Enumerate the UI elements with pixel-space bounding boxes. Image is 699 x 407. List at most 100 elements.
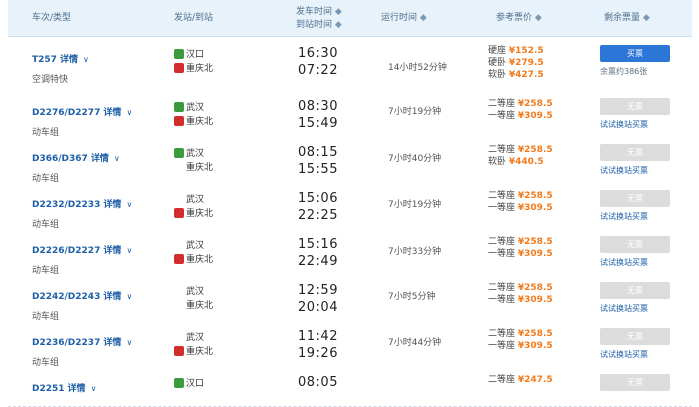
end-badge-icon [174, 207, 184, 218]
ticket-cell: 无票 试试换站买票 [600, 236, 672, 268]
train-code-link[interactable]: D2242/D2243 [32, 292, 100, 302]
details-link[interactable]: 详情 [103, 200, 121, 210]
chevron-down-icon[interactable]: ∨ [83, 55, 89, 64]
sort-arrow-icon[interactable]: ◆ [335, 20, 342, 30]
chevron-down-icon[interactable]: ∨ [91, 384, 97, 393]
details-link[interactable]: 详情 [103, 108, 121, 118]
table-header: 车次/类型 发站/到站 发车时间 ◆ 到站时间 ◆ 运行时间 ◆ 参考票价 ◆ … [8, 0, 692, 37]
train-results-table: 车次/类型 发站/到站 发车时间 ◆ 到站时间 ◆ 运行时间 ◆ 参考票价 ◆ … [0, 0, 699, 407]
arrive-time: 20:04 [298, 300, 338, 315]
buy-ticket-button[interactable]: 无票 [600, 236, 670, 253]
buy-ticket-button[interactable]: 无票 [600, 282, 670, 299]
train-code-link[interactable]: D366/D367 [32, 154, 88, 164]
details-link[interactable]: 详情 [103, 246, 121, 256]
buy-ticket-button[interactable]: 无票 [600, 190, 670, 207]
chevron-down-icon[interactable]: ∨ [126, 200, 132, 209]
price-line: 一等座 ¥309.5 [488, 110, 553, 122]
duration: 7小时5分钟 [388, 292, 436, 302]
depart-time: 15:06 [298, 191, 338, 206]
seat-price: ¥440.5 [508, 157, 544, 167]
end-badge-icon [174, 392, 184, 402]
arrival-station: 重庆北 [186, 347, 214, 357]
details-link[interactable]: 详情 [103, 292, 121, 302]
ticket-cell: 无票 试试换站买票 [600, 144, 672, 176]
chevron-down-icon[interactable]: ∨ [126, 108, 132, 117]
depart-time: 11:42 [298, 329, 338, 344]
seat-type: 二等座 [488, 191, 516, 201]
buy-ticket-button[interactable]: 无票 [600, 144, 670, 161]
train-cell: T257 详情 ∨ 空调特快 [32, 47, 89, 85]
duration: 7小时44分钟 [388, 338, 442, 348]
time-cell: 08:05 [298, 374, 338, 391]
ticket-cell: 无票 试试换站买票 [600, 190, 672, 222]
depart-time: 15:16 [298, 237, 338, 252]
details-link[interactable]: 详情 [91, 154, 109, 164]
details-link[interactable]: 详情 [68, 384, 86, 394]
end-badge-icon [174, 162, 184, 172]
price-line: 二等座 ¥247.5 [488, 374, 553, 386]
ticket-note-link[interactable]: 试试换站买票 [600, 165, 672, 176]
price-line: 二等座 ¥258.5 [488, 98, 553, 110]
seat-type: 二等座 [488, 145, 516, 155]
seat-type: 一等座 [488, 341, 516, 351]
chevron-down-icon[interactable]: ∨ [126, 338, 132, 347]
chevron-down-icon[interactable]: ∨ [114, 154, 120, 163]
ticket-note-link[interactable]: 试试换站买票 [600, 257, 672, 268]
buy-ticket-button[interactable]: 无票 [600, 374, 670, 391]
header-train: 车次/类型 [32, 13, 72, 23]
seat-price: ¥247.5 [517, 375, 553, 385]
train-code-link[interactable]: T257 [32, 55, 57, 65]
departure-station: 武汉 [186, 241, 205, 251]
details-link[interactable]: 详情 [103, 338, 121, 348]
arrival-station: 重庆北 [186, 163, 214, 173]
station-cell: 汉口 [174, 376, 204, 403]
seat-price: ¥258.5 [517, 99, 553, 109]
sort-arrow-icon[interactable]: ◆ [335, 7, 342, 17]
time-cell: 15:06 22:25 [298, 190, 338, 224]
price-cell: 二等座 ¥258.5 一等座 ¥309.5 [488, 98, 553, 122]
buy-ticket-button[interactable]: 买票 [600, 45, 670, 62]
arrive-time: 22:25 [298, 208, 338, 223]
chevron-down-icon[interactable]: ∨ [126, 246, 132, 255]
header-time-sort[interactable]: 发车时间 ◆ 到站时间 ◆ [296, 7, 342, 31]
seat-type: 二等座 [488, 375, 516, 385]
station-cell: 武汉 重庆北 [174, 284, 213, 311]
ticket-note-link[interactable]: 试试换站买票 [600, 119, 672, 130]
train-cell: D366/D367 详情 ∨ 动车组 [32, 146, 120, 184]
table-row: D2236/D2237 详情 ∨ 动车组 武汉 重庆北 11:42 19:26 7小时44分钟… [8, 320, 692, 368]
arrival-station: 重庆北 [186, 255, 214, 265]
chevron-down-icon[interactable]: ∨ [126, 292, 132, 301]
seat-type: 一等座 [488, 111, 516, 121]
train-code-link[interactable]: D2226/D2227 [32, 246, 100, 256]
seat-type: 二等座 [488, 283, 516, 293]
header-duration-sort[interactable]: 运行时间 ◆ [381, 13, 427, 24]
departure-station: 武汉 [186, 195, 205, 205]
arrive-time: 15:55 [298, 162, 338, 177]
train-cell: D2242/D2243 详情 ∨ 动车组 [32, 284, 132, 322]
buy-ticket-button[interactable]: 无票 [600, 98, 670, 115]
price-cell: 二等座 ¥258.5 一等座 ¥309.5 [488, 236, 553, 260]
buy-ticket-button[interactable]: 无票 [600, 328, 670, 345]
station-cell: 汉口 重庆北 [174, 47, 213, 74]
header-tickets-sort[interactable]: 剩余票量 ◆ [604, 13, 650, 24]
seat-type: 硬卧 [488, 58, 507, 68]
time-cell: 15:16 22:49 [298, 236, 338, 270]
ticket-note-link[interactable]: 试试换站买票 [600, 349, 672, 360]
details-link[interactable]: 详情 [60, 55, 78, 65]
train-code-link[interactable]: D2251 [32, 384, 65, 394]
ticket-note-link[interactable]: 试试换站买票 [600, 211, 672, 222]
table-row: D2276/D2277 详情 ∨ 动车组 武汉 重庆北 08:30 15:49 7小时19分钟… [8, 90, 692, 138]
train-code-link[interactable]: D2232/D2233 [32, 200, 100, 210]
ticket-note-link[interactable]: 试试换站买票 [600, 303, 672, 314]
price-line: 软卧 ¥427.5 [488, 69, 544, 81]
arrive-time: 19:26 [298, 346, 338, 361]
train-code-link[interactable]: D2276/D2277 [32, 108, 100, 118]
train-code-link[interactable]: D2236/D2237 [32, 338, 100, 348]
header-price-sort[interactable]: 参考票价 ◆ [496, 13, 542, 24]
departure-station: 武汉 [186, 149, 205, 159]
price-cell: 二等座 ¥258.5 一等座 ¥309.5 [488, 190, 553, 214]
price-line: 二等座 ¥258.5 [488, 144, 553, 156]
duration: 7小时33分钟 [388, 247, 442, 257]
arrival-station: 重庆北 [186, 301, 214, 311]
time-cell: 12:59 20:04 [298, 282, 338, 316]
